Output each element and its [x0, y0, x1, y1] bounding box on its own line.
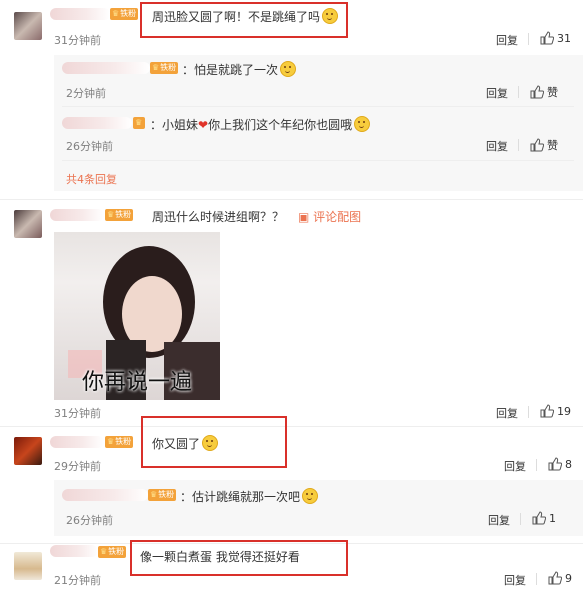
avatar[interactable]: [14, 552, 42, 580]
divider: [536, 573, 537, 585]
username-blurred[interactable]: [50, 436, 104, 448]
timestamp: 2分钟前: [66, 87, 106, 100]
divider: [536, 459, 537, 471]
timestamp: 31分钟前: [54, 407, 101, 420]
like-button[interactable]: 赞: [530, 137, 558, 153]
comment-image[interactable]: 你再说一遍: [54, 232, 220, 400]
reply-text: ：估计跳绳就那一次吧: [180, 488, 319, 505]
reply-button[interactable]: 回复: [504, 458, 526, 474]
like-button[interactable]: 赞: [530, 84, 558, 100]
username-blurred[interactable]: [62, 489, 148, 501]
thumbs-up-icon: [540, 404, 555, 418]
username-blurred[interactable]: [50, 8, 110, 20]
reply-button[interactable]: 回复: [496, 32, 518, 48]
timestamp: 21分钟前: [54, 574, 101, 587]
divider: [0, 199, 583, 200]
fan-badge: ♛铁粉: [110, 8, 139, 20]
divider: [518, 139, 519, 151]
fan-badge: ♛铁粉: [98, 546, 127, 558]
fan-badge: ♛铁粉: [105, 436, 134, 448]
divider: [0, 426, 583, 427]
thumbs-up-icon: [540, 31, 555, 45]
divider: [62, 106, 574, 107]
thumbs-up-icon: [530, 138, 545, 152]
highlight-box: [140, 2, 348, 38]
fan-badge: ♛铁粉: [148, 489, 177, 501]
reply-button[interactable]: 回复: [486, 85, 508, 101]
username-blurred[interactable]: [62, 62, 150, 74]
fan-badge: ♛铁粉: [150, 62, 179, 74]
emoji-icon: [354, 116, 371, 132]
username-blurred[interactable]: [50, 209, 104, 221]
meme-caption: 你再说一遍: [82, 370, 193, 395]
view-comment-image-link[interactable]: ▣ 评论配图: [298, 208, 361, 225]
like-button[interactable]: 1: [532, 511, 556, 525]
fan-badge: ♛铁粉: [105, 209, 134, 221]
divider: [520, 513, 521, 525]
crown-icon: ♛: [112, 9, 120, 18]
crown-icon: ♛: [135, 118, 143, 127]
crown-icon: ♛: [152, 63, 160, 72]
emoji-icon: [302, 488, 319, 504]
heart-icon: ❤: [198, 118, 209, 132]
avatar[interactable]: [14, 210, 42, 238]
crown-icon: ♛: [150, 490, 158, 499]
timestamp: 26分钟前: [66, 514, 113, 527]
thumbs-up-icon: [532, 511, 547, 525]
emoji-icon: [280, 61, 297, 77]
like-button[interactable]: 19: [540, 404, 571, 418]
timestamp: 31分钟前: [54, 34, 101, 47]
avatar[interactable]: [14, 437, 42, 465]
reply-text: ：怕是就跳了一次: [182, 61, 297, 78]
reply-button[interactable]: 回复: [486, 138, 508, 154]
timestamp: 26分钟前: [66, 140, 113, 153]
divider: [62, 160, 574, 161]
avatar[interactable]: [14, 12, 42, 40]
view-all-replies-link[interactable]: 共4条回复: [66, 171, 117, 187]
crown-icon: ♛: [107, 437, 115, 446]
thumbs-up-icon: [548, 457, 563, 471]
like-button[interactable]: 8: [548, 457, 572, 471]
like-button[interactable]: 31: [540, 31, 571, 45]
like-button[interactable]: 9: [548, 571, 572, 585]
highlight-box: [130, 540, 348, 576]
reply-text: ：小姐妹❤你上我们这个年纪你也圆哦: [150, 116, 371, 133]
image-icon: ▣: [298, 210, 310, 224]
timestamp: 29分钟前: [54, 460, 101, 473]
highlight-box: [141, 416, 287, 468]
reply-button[interactable]: 回复: [504, 572, 526, 588]
crown-icon: ♛: [100, 547, 108, 556]
comment-text: 周迅什么时候进组啊？？: [152, 210, 285, 224]
reply-button[interactable]: 回复: [488, 512, 510, 528]
username-blurred[interactable]: [62, 117, 132, 129]
crown-icon: ♛: [107, 210, 115, 219]
thumbs-up-icon: [530, 85, 545, 99]
divider: [528, 33, 529, 45]
divider: [518, 86, 519, 98]
divider: [528, 406, 529, 418]
thumbs-up-icon: [548, 571, 563, 585]
fan-badge: ♛: [133, 117, 146, 129]
reply-button[interactable]: 回复: [496, 405, 518, 421]
username-blurred[interactable]: [50, 545, 98, 557]
